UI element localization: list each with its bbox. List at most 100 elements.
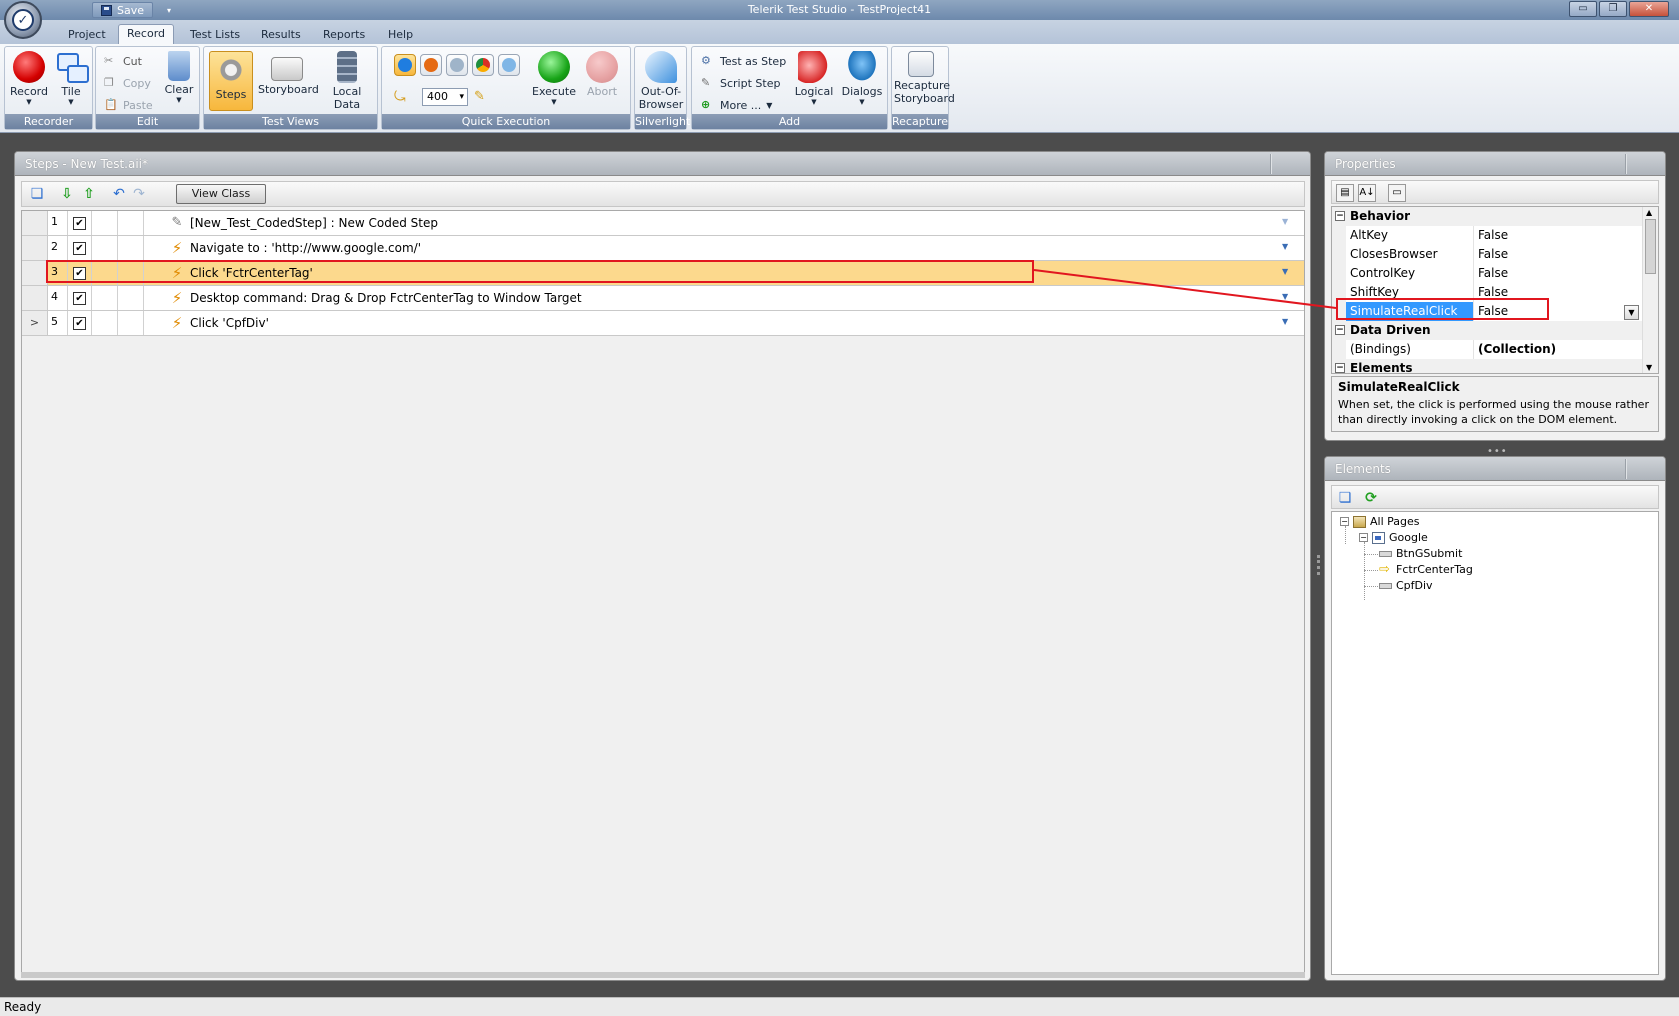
local-data-button[interactable]: Local Data <box>318 51 376 111</box>
application-menu-button[interactable]: ✓ <box>4 1 42 39</box>
paste-button[interactable]: 📋 Paste <box>104 96 153 114</box>
scroll-up-icon[interactable]: ▲ <box>1646 208 1652 217</box>
step-dropdown-icon[interactable]: ▼ <box>1282 267 1288 276</box>
redo-icon[interactable]: ↷ <box>130 185 148 203</box>
tab-record[interactable]: Record <box>118 24 175 44</box>
property-row[interactable]: (Bindings) (Collection) <box>1332 340 1642 359</box>
property-pages-icon[interactable]: ▭ <box>1388 184 1406 202</box>
vertical-scrollbar[interactable]: ▲ ▼ <box>1642 207 1658 373</box>
step-dropdown-icon[interactable]: ▼ <box>1282 242 1288 251</box>
tab-test-lists[interactable]: Test Lists <box>182 26 248 44</box>
more-button[interactable]: ⊕ More ... ▼ <box>701 96 772 114</box>
storyboard-button[interactable]: Storyboard <box>258 51 319 96</box>
gears-icon <box>215 54 247 86</box>
tree-node-google[interactable]: − Google <box>1359 531 1428 544</box>
scrollbar-thumb[interactable] <box>1645 219 1656 274</box>
minimize-button[interactable]: ▭ <box>1569 1 1597 17</box>
chrome-browser-button[interactable] <box>472 54 494 76</box>
plus-icon: ⊕ <box>701 98 711 111</box>
ribbon: Record ▼ Tile ▼ Recorder ✂ Cut ❐ Copy 📋 … <box>0 44 1679 133</box>
property-value[interactable]: False <box>1478 264 1508 283</box>
sort-alpha-icon[interactable]: A↓ <box>1358 184 1376 202</box>
view-class-button[interactable]: View Class <box>176 184 266 204</box>
tile-button[interactable]: Tile ▼ <box>53 51 89 106</box>
step-row[interactable]: 4 ✔ ⚡ Desktop command: Drag & Drop FctrC… <box>22 286 1304 311</box>
property-row[interactable]: ControlKey False <box>1332 264 1642 283</box>
tab-results[interactable]: Results <box>253 26 309 44</box>
firefox-browser-button[interactable] <box>420 54 442 76</box>
refresh-icon[interactable]: ⟳ <box>1362 489 1380 507</box>
step-enabled-checkbox[interactable]: ✔ <box>73 292 86 305</box>
property-value[interactable]: False <box>1478 226 1508 245</box>
safari-browser-button[interactable] <box>446 54 468 76</box>
step-number: 1 <box>51 215 58 228</box>
scroll-down-icon[interactable]: ▼ <box>1646 363 1652 372</box>
horizontal-scrollbar[interactable] <box>21 972 1305 978</box>
test-as-step-button[interactable]: ⚙ Test as Step <box>701 52 786 70</box>
tree-node-all-pages[interactable]: − All Pages <box>1340 515 1420 528</box>
property-row[interactable]: ClosesBrowser False <box>1332 245 1642 264</box>
property-value[interactable]: False <box>1478 245 1508 264</box>
category-behavior[interactable]: − Behavior <box>1332 207 1642 226</box>
collapse-icon[interactable]: − <box>1359 533 1368 542</box>
dialogs-button[interactable]: Dialogs ▼ <box>840 51 884 106</box>
silverlight-oob-icon <box>645 51 677 83</box>
highlight-button[interactable]: ✎ <box>474 87 488 105</box>
copy-button[interactable]: ❐ Copy <box>104 74 151 92</box>
move-up-icon[interactable]: ⇧ <box>80 185 98 203</box>
tab-help[interactable]: Help <box>380 26 421 44</box>
storyboard-icon <box>271 57 303 81</box>
abort-button[interactable]: Abort <box>582 51 622 98</box>
collapse-icon[interactable]: − <box>1335 211 1345 221</box>
script-step-button[interactable]: ✎ Script Step <box>701 74 780 92</box>
collapse-icon[interactable]: − <box>1335 363 1345 373</box>
step-dropdown-icon[interactable]: ▼ <box>1282 292 1288 301</box>
header-divider <box>1270 154 1271 174</box>
step-dropdown-icon[interactable]: ▼ <box>1282 317 1288 326</box>
record-button[interactable]: Record ▼ <box>9 51 49 106</box>
tree-node-element[interactable]: ⇨ FctrCenterTag <box>1379 563 1473 577</box>
step-dropdown-icon[interactable]: ▼ <box>1282 217 1288 226</box>
open-step-icon[interactable]: ❏ <box>28 185 46 203</box>
clear-button[interactable]: Clear ▼ <box>162 51 196 104</box>
delay-combo[interactable]: 400 <box>422 88 468 106</box>
collapse-icon[interactable]: − <box>1335 325 1345 335</box>
step-enabled-checkbox[interactable]: ✔ <box>73 217 86 230</box>
tab-reports[interactable]: Reports <box>315 26 373 44</box>
chevron-down-icon[interactable]: ▼ <box>1624 305 1639 320</box>
tab-project[interactable]: Project <box>60 26 114 44</box>
cut-button[interactable]: ✂ Cut <box>104 52 142 70</box>
tree-node-element[interactable]: BtnGSubmit <box>1379 547 1462 560</box>
step-row[interactable]: 2 ✔ ⚡ Navigate to : 'http://www.google.c… <box>22 236 1304 261</box>
property-row[interactable]: AltKey False <box>1332 226 1642 245</box>
step-enabled-checkbox[interactable]: ✔ <box>73 317 86 330</box>
step-row[interactable]: > 5 ✔ ⚡ Click 'CpfDiv' ▼ <box>22 311 1304 336</box>
tree-node-element[interactable]: CpfDiv <box>1379 579 1433 592</box>
property-value[interactable]: (Collection) <box>1478 340 1556 359</box>
step-enabled-checkbox[interactable]: ✔ <box>73 242 86 255</box>
status-text: Ready <box>4 1000 42 1014</box>
recapture-storyboard-button[interactable]: Recapture Storyboard <box>894 51 955 105</box>
open-elements-icon[interactable]: ❏ <box>1336 489 1354 507</box>
panel-splitter[interactable] <box>1317 555 1320 575</box>
categorized-icon[interactable]: ▤ <box>1336 184 1354 202</box>
step-row[interactable]: 1 ✔ ✎ [New_Test_CodedStep] : New Coded S… <box>22 211 1304 236</box>
chevron-down-icon: ▼ <box>859 98 865 106</box>
category-data-driven[interactable]: − Data Driven <box>1332 321 1642 340</box>
close-button[interactable]: ✕ <box>1629 1 1669 17</box>
steps-button[interactable]: Steps <box>209 51 253 111</box>
move-down-icon[interactable]: ⇩ <box>58 185 76 203</box>
out-of-browser-button[interactable]: Out-Of- Browser <box>637 51 685 111</box>
category-label: Behavior <box>1350 209 1411 223</box>
tree-node-label: CpfDiv <box>1396 579 1433 592</box>
collapse-icon[interactable]: − <box>1340 517 1349 526</box>
logical-button[interactable]: Logical ▼ <box>792 51 836 106</box>
undo-icon[interactable]: ↶ <box>110 185 128 203</box>
annotate-button[interactable]: ⤿ <box>394 87 408 105</box>
coded-step-icon: ✎ <box>171 215 183 230</box>
restore-button[interactable]: ❐ <box>1599 1 1627 17</box>
execute-button[interactable]: Execute ▼ <box>532 51 576 106</box>
category-elements[interactable]: − Elements <box>1332 359 1642 373</box>
ie-browser-button[interactable] <box>394 54 416 76</box>
silverlight-browser-button[interactable] <box>498 54 520 76</box>
